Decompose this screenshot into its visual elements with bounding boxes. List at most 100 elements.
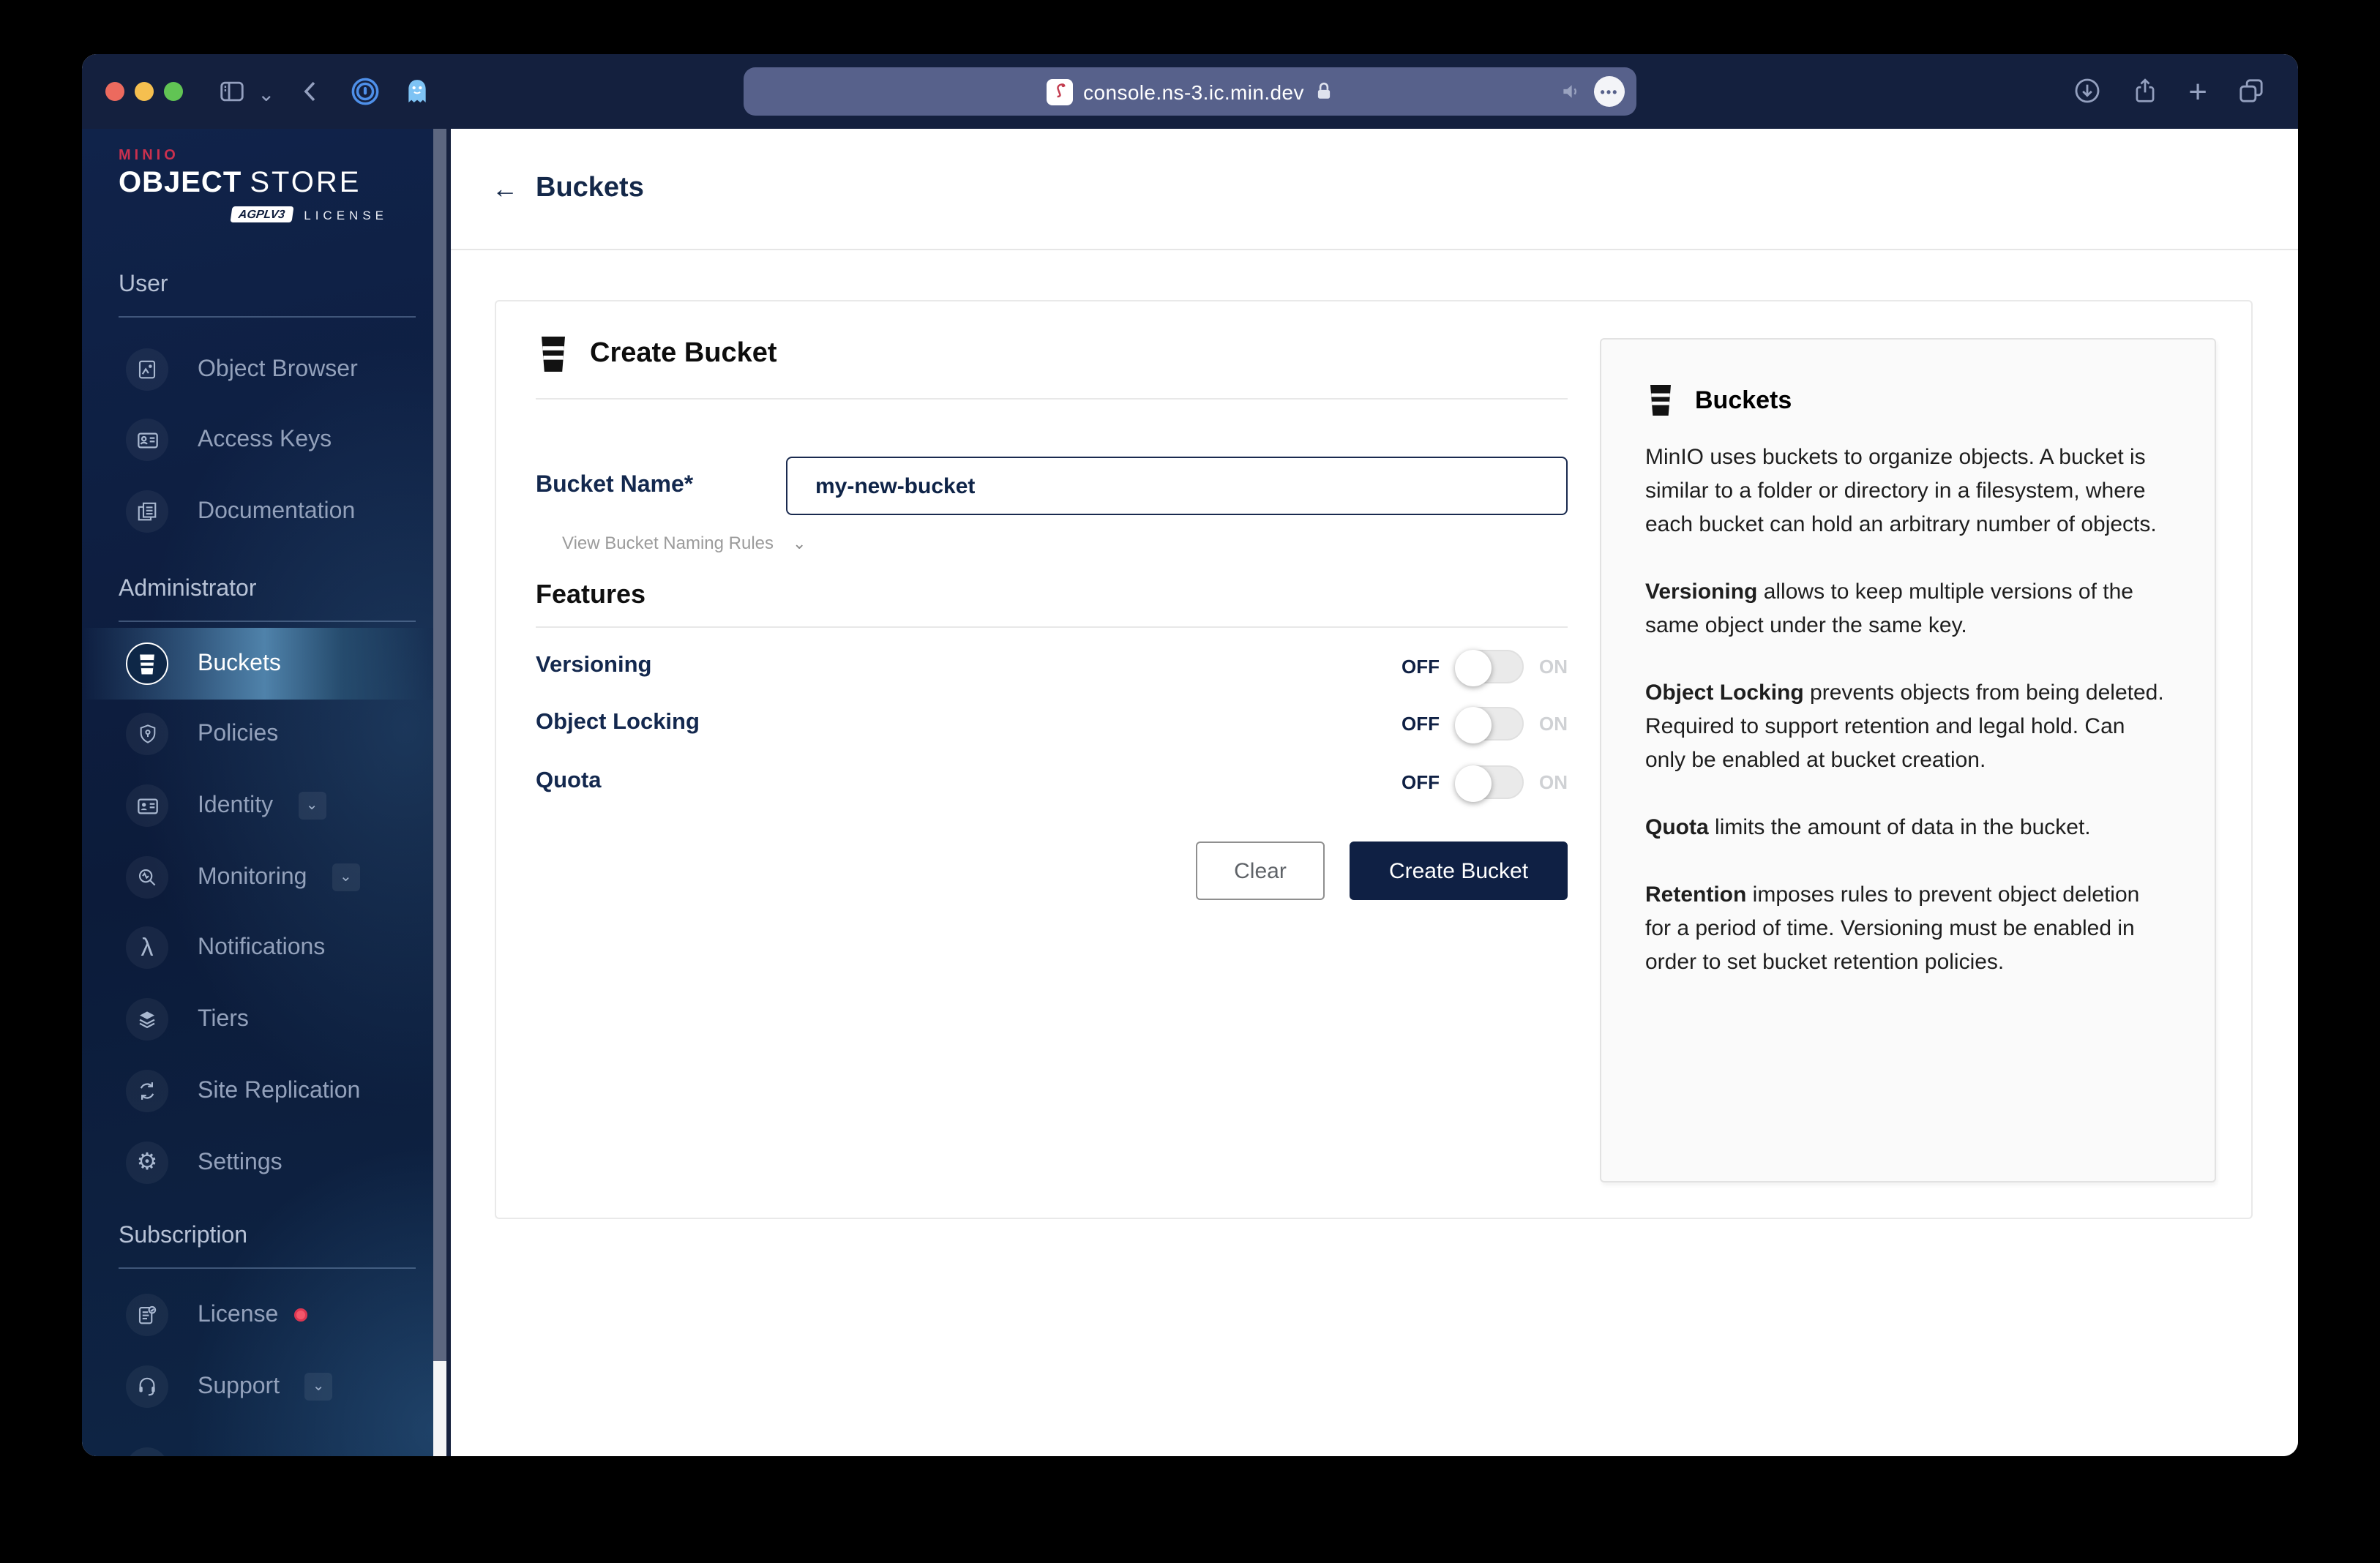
object-locking-on-label: ON <box>1539 712 1568 734</box>
naming-rules-link[interactable]: View Bucket Naming Rules ⌄ <box>562 533 806 553</box>
object-browser-icon <box>126 348 168 391</box>
license-alert-badge <box>294 1308 308 1322</box>
object-locking-row: Object Locking OFF ON <box>536 701 1568 745</box>
header-divider <box>536 398 1568 400</box>
support-headset-icon <box>126 1365 168 1408</box>
back-arrow-icon[interactable]: ← <box>492 173 518 204</box>
object-locking-off-label: OFF <box>1402 712 1440 734</box>
back-navigation-icon[interactable] <box>297 78 325 105</box>
sidebar-item-policies[interactable]: Policies <box>82 698 433 770</box>
monitoring-expand-icon[interactable]: ⌄ <box>332 863 360 891</box>
browser-window: ⌄ console.ns-3.ic.min.dev ••• + MINIO OB… <box>82 54 2298 1456</box>
identity-icon <box>126 784 168 827</box>
sidebar-item-object-browser[interactable]: Object Browser <box>82 334 433 405</box>
help-paragraph-quota: Quota limits the amount of data in the b… <box>1645 815 2091 840</box>
tab-overview-icon[interactable] <box>2237 76 2266 105</box>
quota-label: Quota <box>536 768 602 793</box>
create-bucket-button[interactable]: Create Bucket <box>1350 842 1568 900</box>
page-settings-icon[interactable]: ••• <box>1594 76 1625 107</box>
ghostery-extension-icon[interactable] <box>403 76 432 107</box>
sidebar-item-partial <box>82 1433 433 1456</box>
identity-expand-icon[interactable]: ⌄ <box>298 792 326 820</box>
agpl-badge: AGPLV3 <box>230 206 293 222</box>
form-header: Create Bucket <box>536 335 777 373</box>
notifications-lambda-icon: λ <box>126 926 168 969</box>
sidebar-item-identity[interactable]: Identity ⌄ <box>82 770 433 842</box>
section-header-user: User <box>119 272 416 318</box>
bucket-name-label: Bucket Name* <box>536 473 694 498</box>
url-bar[interactable]: console.ns-3.ic.min.dev ••• <box>744 67 1636 116</box>
versioning-toggle[interactable] <box>1454 649 1523 686</box>
sidebar-item-monitoring[interactable]: Monitoring ⌄ <box>82 842 433 913</box>
minimize-window-button[interactable] <box>135 82 154 101</box>
object-locking-label: Object Locking <box>536 710 700 735</box>
policies-icon <box>126 713 168 755</box>
help-bucket-icon <box>1645 383 1676 417</box>
clear-button[interactable]: Clear <box>1196 842 1325 900</box>
buckets-help-panel: Buckets MinIO uses buckets to organize o… <box>1600 338 2216 1182</box>
sidebar: MINIO OBJECT STORE AGPLV3 LICENSE User O… <box>82 129 433 1456</box>
app-title: OBJECT STORE <box>119 167 362 199</box>
object-locking-toggle[interactable] <box>1454 706 1523 743</box>
sidebar-item-notifications[interactable]: λ Notifications <box>82 912 433 983</box>
screen: ⌄ console.ns-3.ic.min.dev ••• + MINIO OB… <box>0 0 2380 1563</box>
support-expand-icon[interactable]: ⌄ <box>304 1373 333 1401</box>
site-favicon <box>1047 78 1074 105</box>
sidebar-item-license[interactable]: License <box>82 1279 433 1351</box>
versioning-toggle-knob[interactable] <box>1454 649 1491 686</box>
monitoring-icon <box>126 856 168 899</box>
zoom-window-button[interactable] <box>164 82 183 101</box>
license-label: LICENSE <box>304 207 388 222</box>
section-header-administrator: Administrator <box>119 577 416 622</box>
form-actions: Clear Create Bucket <box>536 842 1568 900</box>
sidebar-toggle-icon[interactable] <box>218 78 246 105</box>
sidebar-chevron-icon[interactable]: ⌄ <box>258 79 274 108</box>
tiers-icon <box>126 998 168 1041</box>
quota-toggle[interactable] <box>1454 765 1523 801</box>
page-title[interactable]: Buckets <box>536 173 644 205</box>
section-header-subscription: Subscription <box>119 1223 416 1269</box>
help-paragraph-intro: MinIO uses buckets to organize objects. … <box>1645 445 2157 537</box>
license-row: AGPLV3 LICENSE <box>119 206 397 222</box>
onepassword-extension-icon[interactable] <box>350 76 381 107</box>
create-bucket-card: Create Bucket Bucket Name* View Bucket N… <box>495 300 2253 1219</box>
help-paragraph-retention: Retention imposes rules to prevent objec… <box>1645 882 2140 975</box>
sidebar-item-tiers[interactable]: Tiers <box>82 983 433 1055</box>
quota-off-label: OFF <box>1402 771 1440 792</box>
quota-on-label: ON <box>1539 771 1568 792</box>
share-icon[interactable] <box>2131 76 2159 105</box>
site-replication-icon <box>126 1070 168 1112</box>
page-header: ← Buckets <box>451 129 2298 250</box>
downloads-icon[interactable] <box>2073 76 2102 105</box>
close-window-button[interactable] <box>105 82 124 101</box>
new-tab-icon[interactable]: + <box>2188 75 2207 107</box>
documentation-icon <box>126 490 168 533</box>
sidebar-item-support[interactable]: Support ⌄ <box>82 1351 433 1423</box>
sidebar-item-access-keys[interactable]: Access Keys <box>82 404 433 476</box>
versioning-label: Versioning <box>536 653 652 678</box>
license-icon <box>126 1294 168 1336</box>
lock-icon <box>1314 80 1333 102</box>
sidebar-item-settings[interactable]: ⚙ Settings <box>82 1127 433 1199</box>
bucket-icon <box>536 335 571 373</box>
help-header: Buckets <box>1645 383 2171 417</box>
browser-titlebar: ⌄ console.ns-3.ic.min.dev ••• + <box>82 54 2298 129</box>
sidebar-scrollbar-thumb[interactable] <box>433 129 446 1361</box>
sidebar-item-site-replication[interactable]: Site Replication <box>82 1055 433 1127</box>
sidebar-item-documentation[interactable]: Documentation <box>82 476 433 547</box>
brand-text: MINIO <box>119 148 179 164</box>
gear-icon: ⚙ <box>126 1142 168 1184</box>
sidebar-scrollbar[interactable] <box>433 129 446 1456</box>
mute-audio-icon[interactable] <box>1560 80 1582 102</box>
quota-row: Quota OFF ON <box>536 760 1568 803</box>
sidebar-item-buckets[interactable]: Buckets <box>82 628 433 700</box>
minio-logo: MINIO OBJECT STORE AGPLV3 LICENSE <box>119 148 397 222</box>
bucket-name-input[interactable] <box>786 457 1568 515</box>
quota-toggle-knob[interactable] <box>1454 765 1491 801</box>
object-locking-toggle-knob[interactable] <box>1454 706 1491 743</box>
versioning-on-label: ON <box>1539 655 1568 677</box>
help-paragraph-versioning: Versioning allows to keep multiple versi… <box>1645 580 2133 638</box>
help-title: Buckets <box>1695 386 1792 413</box>
versioning-off-label: OFF <box>1402 655 1440 677</box>
main-content: ← Buckets Create Bucket Bucket Name* my-… <box>451 129 2298 1456</box>
